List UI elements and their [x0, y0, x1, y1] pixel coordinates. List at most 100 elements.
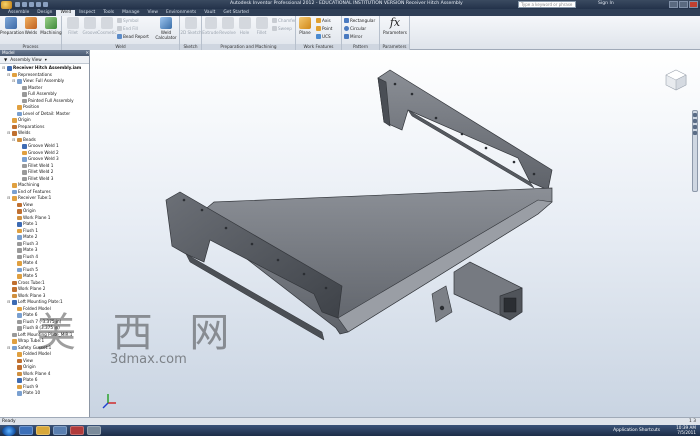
expand-icon[interactable]: [7, 294, 11, 298]
expand-icon[interactable]: [12, 385, 16, 389]
expand-icon[interactable]: [7, 118, 11, 122]
redo-icon[interactable]: [43, 2, 48, 7]
ucs-button[interactable]: UCS: [316, 34, 331, 39]
weld-calculator-button[interactable]: Weld Calculator: [154, 17, 178, 40]
revolve-button[interactable]: Revolve: [219, 17, 236, 35]
expand-icon[interactable]: [17, 177, 21, 181]
expand-icon[interactable]: [7, 125, 11, 129]
pan-icon[interactable]: [693, 113, 697, 117]
sweep-button[interactable]: Sweep: [272, 26, 292, 31]
expand-icon[interactable]: [12, 352, 16, 356]
expand-icon[interactable]: [12, 255, 16, 259]
maximize-button[interactable]: [679, 1, 688, 8]
point-button[interactable]: Point: [316, 26, 332, 31]
expand-icon[interactable]: [12, 326, 16, 330]
expand-icon[interactable]: [7, 183, 11, 187]
expand-icon[interactable]: [17, 164, 21, 168]
expand-icon[interactable]: [12, 209, 16, 213]
expand-icon[interactable]: [17, 151, 21, 155]
expand-icon[interactable]: ⊟: [7, 345, 11, 350]
expand-icon[interactable]: ⊟: [7, 300, 11, 304]
media-taskbar-icon[interactable]: [53, 426, 67, 435]
expand-icon[interactable]: [7, 339, 11, 343]
expand-icon[interactable]: [12, 248, 16, 252]
expand-icon[interactable]: [17, 99, 21, 103]
circular-pattern-button[interactable]: Circular: [344, 26, 366, 31]
expand-icon[interactable]: [12, 274, 16, 278]
expand-icon[interactable]: [12, 216, 16, 220]
chamfer-button[interactable]: Chamfer: [272, 18, 296, 23]
expand-icon[interactable]: [12, 229, 16, 233]
help-search-input[interactable]: Type a keyword or phrase: [518, 1, 576, 8]
plane-button[interactable]: Plane: [296, 17, 314, 35]
tree-item[interactable]: Plate 10: [0, 390, 89, 397]
expand-icon[interactable]: [12, 320, 16, 324]
mirror-button[interactable]: Mirror: [344, 34, 362, 39]
expand-icon[interactable]: [12, 307, 16, 311]
weld-symbol-button[interactable]: Symbol: [117, 18, 139, 23]
system-clock[interactable]: 10:39 AM 7/5/2011: [676, 425, 696, 435]
viewcube[interactable]: [664, 68, 688, 92]
expand-icon[interactable]: [12, 378, 16, 382]
ie-taskbar-icon[interactable]: [19, 426, 33, 435]
expand-icon[interactable]: ⊟: [7, 131, 11, 135]
expand-icon[interactable]: ⊟: [12, 137, 16, 142]
expand-icon[interactable]: [12, 365, 16, 369]
preparation-button[interactable]: Preparation: [0, 17, 24, 35]
minimize-button[interactable]: [669, 1, 678, 8]
expand-icon[interactable]: [17, 144, 21, 148]
chevron-down-icon[interactable]: ▾: [45, 56, 47, 64]
expand-icon[interactable]: [12, 222, 16, 226]
expand-icon[interactable]: [17, 157, 21, 161]
orbit-icon[interactable]: [693, 125, 697, 129]
expand-icon[interactable]: [12, 203, 16, 207]
expand-icon[interactable]: [12, 261, 16, 265]
extrude-button[interactable]: Extrude: [202, 17, 219, 35]
hole-button[interactable]: Hole: [236, 17, 253, 35]
application-menu-button[interactable]: [1, 0, 12, 9]
expand-icon[interactable]: [7, 281, 11, 285]
expand-icon[interactable]: [12, 372, 16, 376]
fillet-button[interactable]: Fillet: [253, 17, 270, 35]
welds-button[interactable]: Welds: [20, 17, 42, 35]
parameters-button[interactable]: fx Parameters: [383, 17, 407, 36]
save-icon[interactable]: [29, 2, 34, 7]
explorer-taskbar-icon[interactable]: [36, 426, 50, 435]
undo-icon[interactable]: [36, 2, 41, 7]
expand-icon[interactable]: [7, 287, 11, 291]
sign-in-link[interactable]: Sign In: [598, 1, 614, 6]
expand-icon[interactable]: [17, 92, 21, 96]
expand-icon[interactable]: [12, 268, 16, 272]
close-button[interactable]: [689, 1, 698, 8]
zoom-icon[interactable]: [693, 119, 697, 123]
inventor-taskbar-icon[interactable]: [70, 426, 84, 435]
expand-icon[interactable]: [12, 105, 16, 109]
expand-icon[interactable]: [7, 190, 11, 194]
axis-button[interactable]: Axis: [316, 18, 331, 23]
expand-icon[interactable]: [7, 333, 11, 337]
expand-icon[interactable]: [12, 242, 16, 246]
expand-icon[interactable]: [12, 112, 16, 116]
expand-icon[interactable]: [12, 235, 16, 239]
new-icon[interactable]: [15, 2, 20, 7]
assembly-view-dropdown[interactable]: Assembly View: [10, 56, 41, 64]
bead-report-button[interactable]: Bead Report: [117, 34, 149, 39]
look-at-icon[interactable]: [693, 131, 697, 135]
app-taskbar-icon[interactable]: [87, 426, 101, 435]
expand-icon[interactable]: [17, 86, 21, 90]
end-fill-button[interactable]: End Fill: [117, 26, 138, 31]
expand-icon[interactable]: [12, 391, 16, 395]
expand-icon[interactable]: [12, 313, 16, 317]
browser-close-icon[interactable]: ✕: [85, 50, 89, 56]
start-button[interactable]: [2, 425, 16, 436]
application-shortcuts[interactable]: Application Shortcuts: [613, 428, 660, 433]
expand-icon[interactable]: ⊟: [12, 79, 16, 83]
cosmetic-weld-button[interactable]: Cosmetic: [96, 17, 118, 35]
expand-icon[interactable]: [12, 359, 16, 363]
open-icon[interactable]: [22, 2, 27, 7]
rectangular-pattern-button[interactable]: Rectangular: [344, 18, 375, 23]
expand-icon[interactable]: ⊟: [7, 196, 11, 200]
expand-icon[interactable]: ⊟: [2, 66, 6, 70]
expand-icon[interactable]: ⊟: [7, 72, 11, 77]
expand-icon[interactable]: [17, 170, 21, 174]
